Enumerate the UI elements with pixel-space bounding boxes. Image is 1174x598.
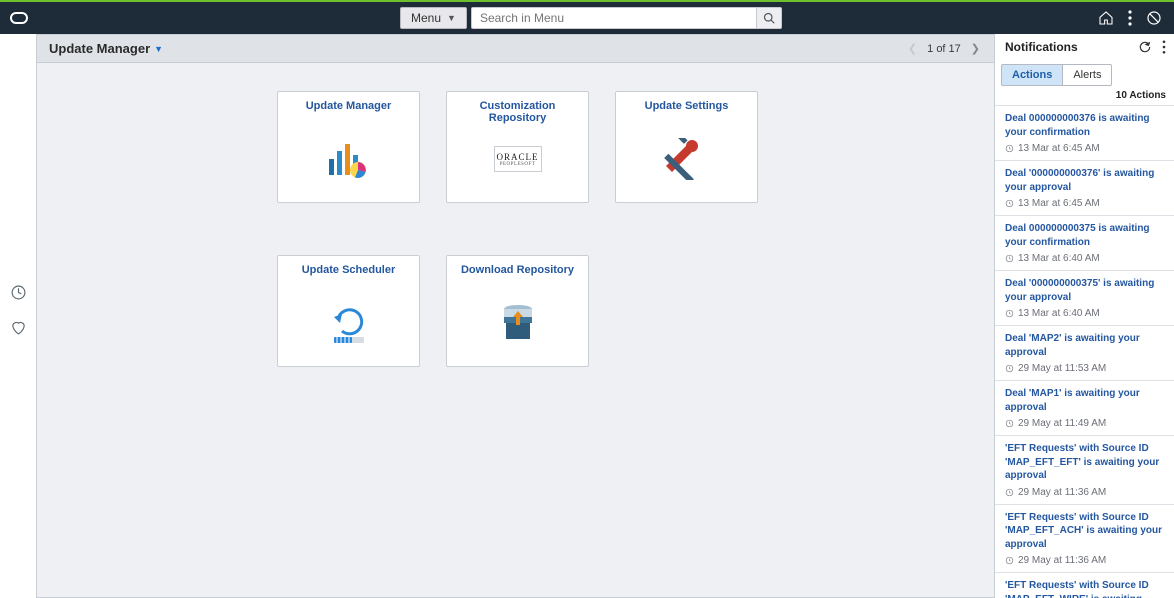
notification-item[interactable]: 'EFT Requests' with Source ID 'MAP_EFT_W… bbox=[995, 572, 1174, 598]
notification-item[interactable]: 'EFT Requests' with Source ID 'MAP_EFT_A… bbox=[995, 504, 1174, 573]
oracle-peoplesoft-badge-icon: ORACLE PEOPLESOFT bbox=[494, 146, 542, 172]
clock-icon bbox=[1005, 556, 1014, 565]
left-rail bbox=[0, 34, 36, 598]
kebab-menu-icon[interactable] bbox=[1128, 10, 1132, 26]
notification-message: Deal 000000000376 is awaiting your confi… bbox=[1005, 112, 1166, 139]
clock-icon bbox=[1005, 488, 1014, 497]
tile-update-scheduler[interactable]: Update Scheduler bbox=[277, 255, 420, 367]
workspace-shell: Update Manager ▼ ❮ 1 of 17 ❯ Update Mana… bbox=[0, 34, 1174, 598]
notification-message: 'EFT Requests' with Source ID 'MAP_EFT_W… bbox=[1005, 579, 1166, 598]
refresh-progress-icon bbox=[328, 301, 370, 345]
refresh-icon[interactable] bbox=[1138, 40, 1152, 54]
notification-message: Deal 000000000375 is awaiting your confi… bbox=[1005, 222, 1166, 249]
pager-prev-button[interactable]: ❮ bbox=[906, 40, 919, 57]
notification-time: 13 Mar at 6:40 AM bbox=[1005, 253, 1166, 264]
notification-item[interactable]: Deal 000000000376 is awaiting your confi… bbox=[995, 105, 1174, 160]
home-icon[interactable] bbox=[1098, 10, 1114, 26]
main-header: Update Manager ▼ ❮ 1 of 17 ❯ bbox=[37, 35, 994, 63]
menu-label: Menu bbox=[411, 11, 441, 25]
notification-message: Deal '000000000376' is awaiting your app… bbox=[1005, 167, 1166, 194]
notification-time: 29 May at 11:36 AM bbox=[1005, 487, 1166, 498]
actions-count: 10 Actions bbox=[995, 86, 1174, 105]
search-icon bbox=[763, 12, 775, 24]
search-button[interactable] bbox=[756, 7, 782, 29]
page-title-dropdown[interactable]: Update Manager ▼ bbox=[49, 41, 163, 56]
favorites-heart-icon[interactable] bbox=[10, 319, 27, 336]
top-bar: Menu ▼ bbox=[0, 0, 1174, 34]
notification-item[interactable]: 'EFT Requests' with Source ID 'MAP_EFT_E… bbox=[995, 435, 1174, 504]
tile-title: Update Manager bbox=[306, 100, 392, 116]
clock-icon bbox=[1005, 364, 1014, 373]
pager-next-button[interactable]: ❯ bbox=[969, 40, 982, 57]
notification-time: 13 Mar at 6:40 AM bbox=[1005, 308, 1166, 319]
oracle-logo-icon[interactable] bbox=[10, 9, 28, 27]
tile-title: Download Repository bbox=[461, 264, 574, 280]
tile-grid: Update Manager Customization Repository bbox=[37, 63, 994, 407]
main-panel: Update Manager ▼ ❮ 1 of 17 ❯ Update Mana… bbox=[36, 34, 994, 598]
badge-line1: ORACLE bbox=[497, 152, 539, 162]
notification-message: 'EFT Requests' with Source ID 'MAP_EFT_A… bbox=[1005, 511, 1166, 552]
tile-update-settings[interactable]: Update Settings bbox=[615, 91, 758, 203]
notification-time: 13 Mar at 6:45 AM bbox=[1005, 143, 1166, 154]
caret-down-icon: ▼ bbox=[447, 13, 456, 23]
tab-actions[interactable]: Actions bbox=[1001, 64, 1063, 86]
clock-icon bbox=[1005, 419, 1014, 428]
page-title: Update Manager bbox=[49, 41, 150, 56]
notification-time: 29 May at 11:36 AM bbox=[1005, 555, 1166, 566]
notification-time: 29 May at 11:49 AM bbox=[1005, 418, 1166, 429]
recent-icon[interactable] bbox=[10, 284, 27, 301]
kebab-menu-icon[interactable] bbox=[1162, 40, 1166, 54]
tile-customization-repository[interactable]: Customization Repository ORACLE PEOPLESO… bbox=[446, 91, 589, 203]
clock-icon bbox=[1005, 144, 1014, 153]
notification-item[interactable]: Deal 'MAP2' is awaiting your approval 29 … bbox=[995, 325, 1174, 380]
tile-update-manager[interactable]: Update Manager bbox=[277, 91, 420, 203]
notification-item[interactable]: Deal 'MAP1' is awaiting your approval 29 … bbox=[995, 380, 1174, 435]
notifications-title: Notifications bbox=[1005, 40, 1138, 54]
notification-item[interactable]: Deal '000000000376' is awaiting your app… bbox=[995, 160, 1174, 215]
pager-text: 1 of 17 bbox=[927, 43, 961, 55]
notifications-panel: Notifications Actions Alerts 10 Actions … bbox=[994, 34, 1174, 598]
clock-icon bbox=[1005, 309, 1014, 318]
notifications-list[interactable]: Deal 000000000376 is awaiting your confi… bbox=[995, 105, 1174, 598]
wrench-screwdriver-icon bbox=[664, 138, 710, 180]
tab-alerts[interactable]: Alerts bbox=[1063, 64, 1112, 86]
notifications-tabs: Actions Alerts bbox=[995, 58, 1174, 86]
notification-time: 13 Mar at 6:45 AM bbox=[1005, 198, 1166, 209]
notification-item[interactable]: Deal 000000000375 is awaiting your confi… bbox=[995, 215, 1174, 270]
tile-title: Update Settings bbox=[645, 100, 729, 116]
notification-message: Deal 'MAP2' is awaiting your approval bbox=[1005, 332, 1166, 359]
notification-time: 29 May at 11:53 AM bbox=[1005, 363, 1166, 374]
tile-download-repository[interactable]: Download Repository bbox=[446, 255, 589, 367]
topbar-actions bbox=[1098, 10, 1162, 26]
bar-chart-pie-icon bbox=[327, 139, 371, 179]
menu-dropdown-button[interactable]: Menu ▼ bbox=[400, 7, 467, 29]
clock-icon bbox=[1005, 199, 1014, 208]
menu-search bbox=[471, 7, 782, 29]
caret-down-icon: ▼ bbox=[154, 44, 163, 54]
pager: ❮ 1 of 17 ❯ bbox=[906, 40, 982, 57]
clock-icon bbox=[1005, 254, 1014, 263]
tile-title: Customization Repository bbox=[453, 100, 582, 116]
badge-line2: PEOPLESOFT bbox=[500, 162, 536, 167]
notification-message: 'EFT Requests' with Source ID 'MAP_EFT_E… bbox=[1005, 442, 1166, 483]
notification-message: Deal 'MAP1' is awaiting your approval bbox=[1005, 387, 1166, 414]
download-box-icon bbox=[496, 301, 540, 345]
notifications-header: Notifications bbox=[995, 34, 1174, 58]
search-input[interactable] bbox=[471, 7, 756, 29]
tile-title: Update Scheduler bbox=[302, 264, 396, 280]
notification-item[interactable]: Deal '000000000375' is awaiting your app… bbox=[995, 270, 1174, 325]
notification-message: Deal '000000000375' is awaiting your app… bbox=[1005, 277, 1166, 304]
no-entry-icon[interactable] bbox=[1146, 10, 1162, 26]
